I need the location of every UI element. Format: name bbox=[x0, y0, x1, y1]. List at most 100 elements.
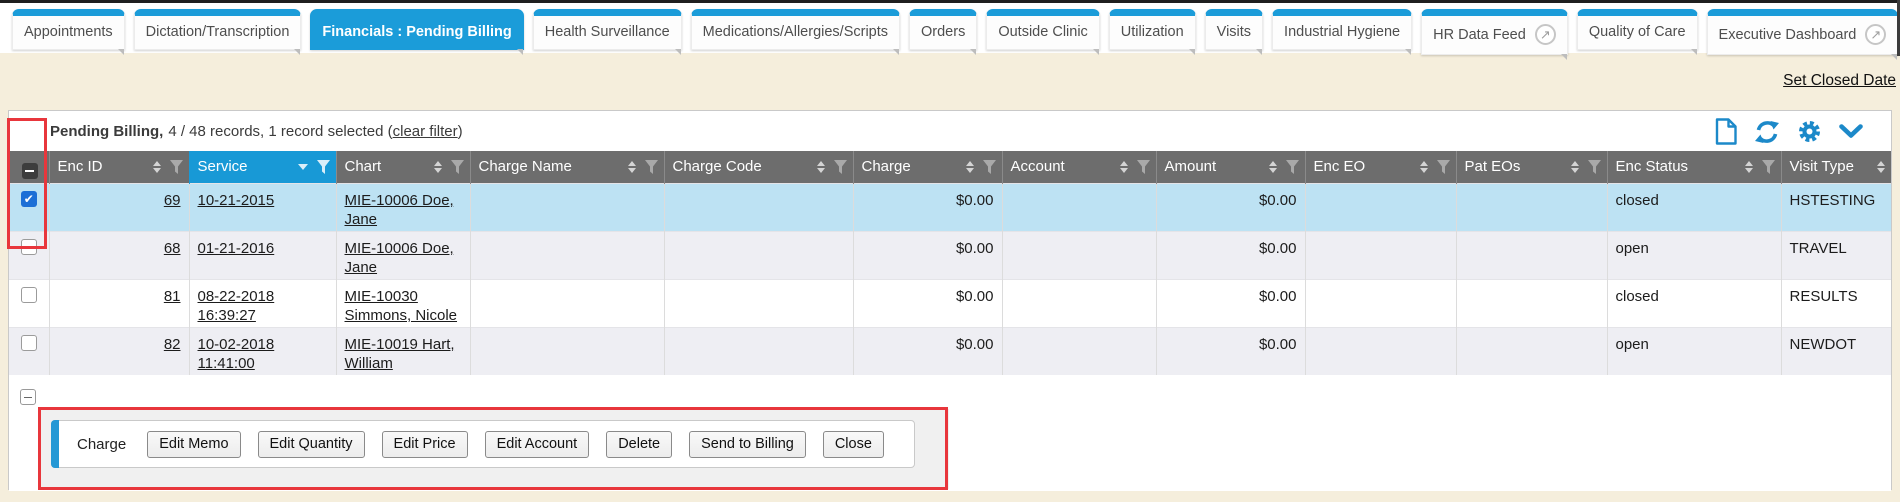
sort-icon[interactable] bbox=[1571, 161, 1579, 173]
enc-id-cell: 81 bbox=[49, 279, 189, 327]
tab-industrial-hygiene[interactable]: Industrial Hygiene bbox=[1272, 9, 1412, 50]
service-link[interactable]: 10-02-2018 11:41:00 bbox=[198, 336, 275, 372]
table-row[interactable]: 82 10-02-2018 11:41:00 MIE-10019 Hart, W… bbox=[9, 327, 1891, 375]
pat-eos-cell bbox=[1456, 231, 1607, 279]
refresh-icon[interactable] bbox=[1754, 120, 1780, 144]
column-header-amount[interactable]: Amount bbox=[1156, 151, 1305, 183]
edit-price-button[interactable]: Edit Price bbox=[382, 431, 468, 458]
column-header-account[interactable]: Account bbox=[1002, 151, 1156, 183]
edit-memo-button[interactable]: Edit Memo bbox=[147, 431, 240, 458]
filter-icon[interactable] bbox=[317, 160, 330, 174]
tab-health-surveillance[interactable]: Health Surveillance bbox=[533, 9, 682, 50]
clear-filter-link[interactable]: clear filter bbox=[393, 123, 458, 140]
column-header-charge[interactable]: Charge bbox=[853, 151, 1002, 183]
filter-icon[interactable] bbox=[170, 160, 183, 174]
chevron-down-icon[interactable] bbox=[1839, 124, 1863, 139]
sort-descending-icon[interactable] bbox=[298, 164, 308, 170]
tab-label: Quality of Care bbox=[1589, 24, 1686, 40]
tab-utilization[interactable]: Utilization bbox=[1109, 9, 1196, 50]
set-closed-date-link[interactable]: Set Closed Date bbox=[1783, 72, 1896, 90]
row-checkbox[interactable] bbox=[21, 335, 37, 351]
column-header-service[interactable]: Service bbox=[189, 151, 336, 183]
service-link[interactable]: 01-21-2016 bbox=[198, 240, 275, 257]
delete-button[interactable]: Delete bbox=[606, 431, 672, 458]
tab-appointments[interactable]: Appointments bbox=[12, 9, 125, 50]
chart-link[interactable]: MIE-10030 Simmons, Nicole bbox=[345, 288, 458, 324]
sort-icon[interactable] bbox=[1420, 161, 1428, 173]
chart-link[interactable]: MIE-10019 Hart, William bbox=[345, 336, 455, 372]
sort-icon[interactable] bbox=[1877, 161, 1885, 173]
filter-icon[interactable] bbox=[1137, 160, 1150, 174]
filter-icon[interactable] bbox=[1588, 160, 1601, 174]
tab-financials-pending-billing[interactable]: Financials : Pending Billing bbox=[310, 9, 523, 50]
sort-icon[interactable] bbox=[817, 161, 825, 173]
close-button[interactable]: Close bbox=[823, 431, 884, 458]
grid-title-bar: Pending Billing, 4 / 48 records, 1 recor… bbox=[9, 111, 1891, 151]
service-link[interactable]: 08-22-2018 16:39:27 bbox=[198, 288, 275, 324]
enc-id-link[interactable]: 82 bbox=[164, 336, 181, 353]
column-label: Chart bbox=[345, 158, 382, 175]
column-header-pat-eos[interactable]: Pat EOs bbox=[1456, 151, 1607, 183]
visit-type-cell: TRAVEL bbox=[1781, 231, 1891, 279]
filter-icon[interactable] bbox=[645, 160, 658, 174]
row-checkbox[interactable] bbox=[21, 287, 37, 303]
column-header-charge-name[interactable]: Charge Name bbox=[470, 151, 664, 183]
tab-quality-of-care[interactable]: Quality of Care bbox=[1577, 9, 1698, 50]
tab-label: Appointments bbox=[24, 24, 113, 40]
sort-icon[interactable] bbox=[1269, 161, 1277, 173]
sort-icon[interactable] bbox=[153, 161, 161, 173]
edit-quantity-button[interactable]: Edit Quantity bbox=[258, 431, 365, 458]
column-header-enc-id[interactable]: Enc ID bbox=[49, 151, 189, 183]
service-link[interactable]: 10-21-2015 bbox=[198, 192, 275, 209]
send-to-billing-button[interactable]: Send to Billing bbox=[689, 431, 806, 458]
filter-icon[interactable] bbox=[1286, 160, 1299, 174]
enc-eo-cell bbox=[1305, 279, 1456, 327]
tab-outside-clinic[interactable]: Outside Clinic bbox=[986, 9, 1099, 50]
tab-hr-data-feed[interactable]: HR Data Feed↗ bbox=[1421, 9, 1568, 55]
filter-icon[interactable] bbox=[451, 160, 464, 174]
column-header-visit-type[interactable]: Visit Type bbox=[1781, 151, 1891, 183]
gear-icon[interactable] bbox=[1797, 119, 1822, 144]
row-select-cell bbox=[9, 231, 49, 279]
enc-status-cell: closed bbox=[1607, 183, 1781, 231]
charge-cell: $0.00 bbox=[853, 279, 1002, 327]
new-document-icon[interactable] bbox=[1715, 118, 1737, 145]
sort-icon[interactable] bbox=[628, 161, 636, 173]
sort-icon[interactable] bbox=[1745, 161, 1753, 173]
sort-icon[interactable] bbox=[1120, 161, 1128, 173]
table-row[interactable]: ✔ 69 10-21-2015 MIE-10006 Doe, Jane $0.0… bbox=[9, 183, 1891, 231]
sort-icon[interactable] bbox=[434, 161, 442, 173]
row-select-cell: ✔ bbox=[9, 183, 49, 231]
tab-dictation-transcription[interactable]: Dictation/Transcription bbox=[134, 9, 302, 50]
enc-status-cell: open bbox=[1607, 327, 1781, 375]
column-header-chart[interactable]: Chart bbox=[336, 151, 470, 183]
service-cell: 10-21-2015 bbox=[189, 183, 336, 231]
tab-medications-allergies-scripts[interactable]: Medications/Allergies/Scripts bbox=[691, 9, 900, 50]
column-header-enc-status[interactable]: Enc Status bbox=[1607, 151, 1781, 183]
column-header-enc-eo[interactable]: Enc EO bbox=[1305, 151, 1456, 183]
filter-icon[interactable] bbox=[983, 160, 996, 174]
column-label: Enc Status bbox=[1616, 158, 1689, 175]
sort-icon[interactable] bbox=[966, 161, 974, 173]
chart-link[interactable]: MIE-10006 Doe, Jane bbox=[345, 240, 454, 276]
table-row[interactable]: 81 08-22-2018 16:39:27 MIE-10030 Simmons… bbox=[9, 279, 1891, 327]
service-cell: 01-21-2016 bbox=[189, 231, 336, 279]
charge-code-cell bbox=[664, 183, 853, 231]
enc-id-link[interactable]: 68 bbox=[164, 240, 181, 257]
row-checkbox-checked[interactable]: ✔ bbox=[21, 191, 37, 207]
chart-link[interactable]: MIE-10006 Doe, Jane bbox=[345, 192, 454, 228]
tab-orders[interactable]: Orders bbox=[909, 9, 977, 50]
enc-id-link[interactable]: 69 bbox=[164, 192, 181, 209]
filter-icon[interactable] bbox=[1437, 160, 1450, 174]
tab-visits[interactable]: Visits bbox=[1205, 9, 1263, 50]
select-all-checkbox[interactable] bbox=[22, 163, 38, 179]
column-header-charge-code[interactable]: Charge Code bbox=[664, 151, 853, 183]
table-row[interactable]: 68 01-21-2016 MIE-10006 Doe, Jane $0.00 … bbox=[9, 231, 1891, 279]
filter-icon[interactable] bbox=[1762, 160, 1775, 174]
tab-executive-dashboard[interactable]: Executive Dashboard↗ bbox=[1707, 9, 1899, 55]
edit-account-button[interactable]: Edit Account bbox=[485, 431, 590, 458]
row-checkbox[interactable] bbox=[21, 239, 37, 255]
filter-icon[interactable] bbox=[834, 160, 847, 174]
collapse-group-button[interactable] bbox=[20, 389, 36, 405]
enc-id-link[interactable]: 81 bbox=[164, 288, 181, 305]
